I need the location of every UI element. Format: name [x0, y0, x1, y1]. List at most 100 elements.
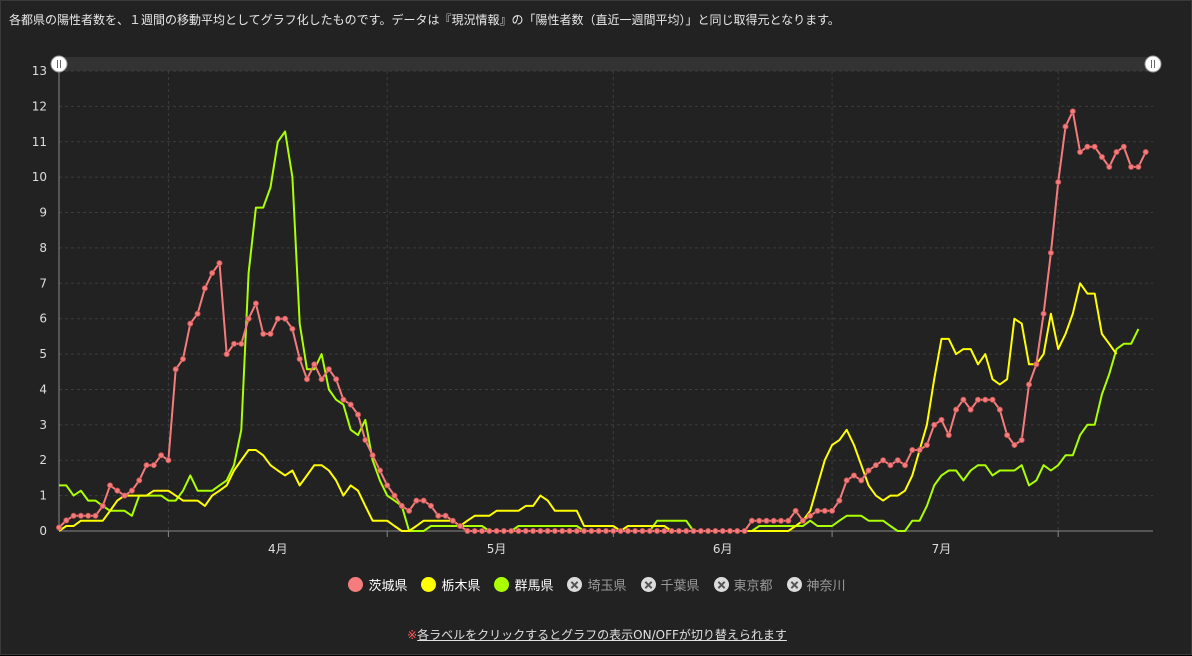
data-point	[1077, 149, 1084, 156]
data-point	[1106, 163, 1113, 170]
legend-item-2[interactable]: 群馬県	[494, 575, 553, 594]
data-point	[792, 507, 799, 514]
legend-item-1[interactable]: 栃木県	[421, 575, 480, 594]
data-point	[179, 356, 186, 363]
data-point	[807, 512, 814, 519]
data-point	[165, 457, 172, 464]
data-point	[646, 528, 653, 535]
data-point	[748, 517, 755, 524]
y-tick-label: 10	[32, 170, 47, 184]
data-point	[537, 528, 544, 535]
y-tick-label: 4	[39, 382, 47, 396]
legend: 茨城県 栃木県 群馬県 埼玉県 千葉県 東京都 神奈川	[1, 575, 1192, 594]
data-point	[1004, 432, 1011, 439]
data-point	[362, 437, 369, 444]
legend-label: 千葉県	[660, 579, 700, 594]
data-point	[610, 528, 617, 535]
data-point	[814, 507, 821, 514]
data-point	[201, 285, 208, 292]
data-point	[1113, 149, 1120, 156]
data-point	[675, 528, 682, 535]
range-slider-track[interactable]	[59, 57, 1153, 71]
data-point	[508, 528, 515, 535]
legend-label: 埼玉県	[587, 579, 627, 594]
data-point	[99, 502, 106, 509]
data-point	[355, 411, 362, 418]
data-point	[158, 452, 165, 459]
legend-label: 神奈川	[806, 579, 846, 594]
data-point	[457, 523, 464, 530]
data-point	[829, 507, 836, 514]
data-point	[107, 482, 114, 489]
data-point	[763, 517, 770, 524]
data-point	[1120, 143, 1127, 150]
data-point	[1142, 149, 1149, 156]
data-point	[209, 270, 216, 277]
data-point	[880, 457, 887, 464]
legend-disabled-icon	[786, 577, 802, 592]
data-point	[850, 472, 857, 479]
data-point	[121, 492, 128, 499]
legend-item-6[interactable]: 神奈川	[786, 575, 846, 594]
legend-item-3[interactable]: 埼玉県	[567, 575, 627, 594]
y-tick-label: 6	[39, 312, 47, 326]
data-point	[143, 462, 150, 469]
data-point	[231, 340, 238, 347]
legend-toggle-note: ※各ラベルをクリックするとグラフの表示ON/OFFが切り替えられます	[1, 626, 1192, 643]
legend-dot-icon	[348, 577, 364, 592]
data-point	[938, 416, 945, 423]
data-point	[931, 421, 938, 428]
data-point	[960, 396, 967, 403]
data-point	[435, 512, 442, 519]
data-point	[726, 528, 733, 535]
data-point	[530, 528, 537, 535]
range-slider-right-handle[interactable]	[1144, 55, 1162, 73]
y-tick-label: 2	[39, 453, 47, 467]
legend-label: 東京都	[733, 579, 773, 594]
data-point	[799, 517, 806, 524]
legend-item-0[interactable]: 茨城県	[348, 575, 407, 594]
data-point	[223, 351, 230, 358]
data-point	[479, 528, 486, 535]
chart-panel: 各都県の陽性者数を、１週間の移動平均としてグラフ化したものです。データは『現況情…	[0, 0, 1192, 655]
data-point	[916, 446, 923, 453]
y-tick-label: 12	[32, 99, 47, 113]
data-point	[639, 528, 646, 535]
data-point	[588, 528, 595, 535]
data-point	[150, 462, 157, 469]
data-point	[471, 528, 478, 535]
data-point	[77, 512, 84, 519]
data-point	[683, 528, 690, 535]
data-point	[114, 487, 121, 494]
data-point	[697, 528, 704, 535]
legend-item-5[interactable]: 東京都	[713, 575, 773, 594]
data-point	[282, 315, 289, 322]
data-point	[187, 320, 194, 327]
data-point	[70, 512, 77, 519]
data-point	[340, 396, 347, 403]
data-point	[1098, 153, 1105, 160]
data-point	[982, 396, 989, 403]
data-point	[909, 446, 916, 453]
data-point	[274, 315, 281, 322]
data-point	[1040, 310, 1047, 317]
legend-disabled-icon	[567, 577, 583, 592]
y-tick-label: 11	[32, 135, 47, 149]
range-slider-left-handle[interactable]	[50, 55, 68, 73]
data-point	[974, 396, 981, 403]
data-point	[493, 528, 500, 535]
x-tick-label: 4月	[268, 542, 288, 556]
data-point	[347, 401, 354, 408]
data-point	[92, 512, 99, 519]
data-point	[1047, 249, 1054, 256]
y-tick-label: 5	[39, 347, 47, 361]
data-point	[1091, 143, 1098, 150]
legend-label: 栃木県	[441, 579, 481, 594]
y-tick-label: 0	[39, 524, 47, 538]
data-point	[887, 462, 894, 469]
data-point	[515, 528, 522, 535]
legend-item-4[interactable]: 千葉県	[640, 575, 700, 594]
data-point	[843, 477, 850, 484]
data-point	[252, 300, 259, 307]
x-tick-label: 6月	[713, 542, 733, 556]
